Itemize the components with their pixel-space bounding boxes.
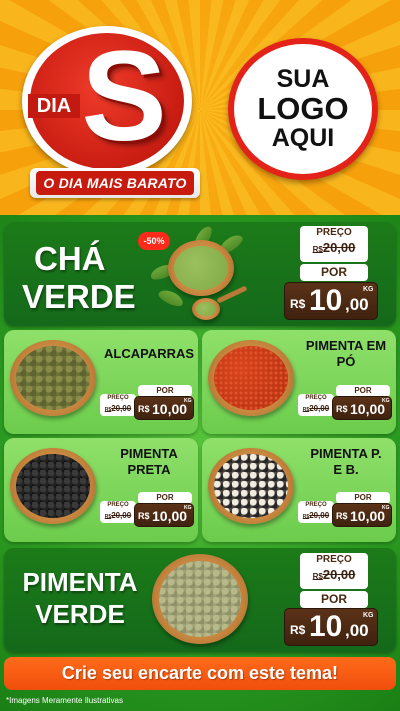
product-name-pimenta-pb: PIMENTA P. E B. (310, 446, 382, 477)
logo-line-2: LOGO (257, 90, 349, 126)
tea-bowl-image (168, 240, 234, 296)
product-name-pimenta-po: PIMENTA EM PÓ (305, 338, 387, 369)
logo-line-1: SUA (276, 65, 330, 94)
badge-s-letter: S (81, 25, 167, 168)
discount-badge: -50% (138, 232, 170, 250)
logo-line-3: AQUI (271, 124, 335, 153)
pimenta-po-bowl-image (208, 340, 294, 416)
product-name-pimenta-preta: PIMENTA PRETA (120, 446, 178, 477)
badge-slogan-ribbon: O DIA MAIS BARATO (30, 168, 200, 198)
old-price-tag-pimenta-pb: PREÇO R$20,00 (298, 501, 334, 523)
por-label-pimenta-verde: POR (300, 591, 368, 608)
new-price-pimenta-po: R$ 10,00 KG (332, 396, 392, 420)
dia-s-badge: DIA S O DIA MAIS BARATO (22, 25, 200, 198)
pimenta-verde-bowl-image (152, 554, 248, 644)
old-price-tag-cha-verde: PREÇO R$20,00 (300, 226, 368, 262)
badge-slogan: O DIA MAIS BARATO (36, 171, 194, 195)
footnote: *Imagens Meramente Ilustrativas (6, 696, 123, 705)
logo-placeholder: SUA LOGO AQUI (228, 38, 378, 180)
alcaparras-bowl-image (10, 340, 96, 416)
old-price-tag-alcaparras: PREÇO R$20,00 (100, 394, 136, 416)
cta-banner[interactable]: Crie seu encarte com este tema! (4, 657, 396, 690)
por-label-cha-verde: POR (300, 264, 368, 281)
new-price-alcaparras: R$ 10,00 KG (134, 396, 194, 420)
tea-spoon-image (192, 298, 220, 320)
pimenta-preta-bowl-image (10, 448, 96, 524)
header: DIA S O DIA MAIS BARATO SUA LOGO AQUI (0, 0, 400, 215)
pimenta-pb-bowl-image (208, 448, 294, 524)
old-price-tag-pimenta-po: PREÇO R$20,00 (298, 394, 334, 416)
new-price-pimenta-preta: R$ 10,00 KG (134, 503, 194, 527)
old-price-tag-pimenta-verde: PREÇO R$20,00 (300, 553, 368, 589)
new-price-pimenta-verde: R$ 10 ,00 KG (284, 608, 378, 646)
product-name-alcaparras: ALCAPARRAS (104, 346, 195, 361)
product-name-cha-verde: CHÁ VERDE (22, 240, 136, 315)
badge-dia-text: DIA (28, 94, 80, 118)
new-price-cha-verde: R$ 10 ,00 KG (284, 282, 378, 320)
old-price-tag-pimenta-preta: PREÇO R$20,00 (100, 501, 136, 523)
new-price-pimenta-pb: R$ 10,00 KG (332, 503, 392, 527)
product-name-pimenta-verde: PIMENTA VERDE (22, 567, 138, 629)
